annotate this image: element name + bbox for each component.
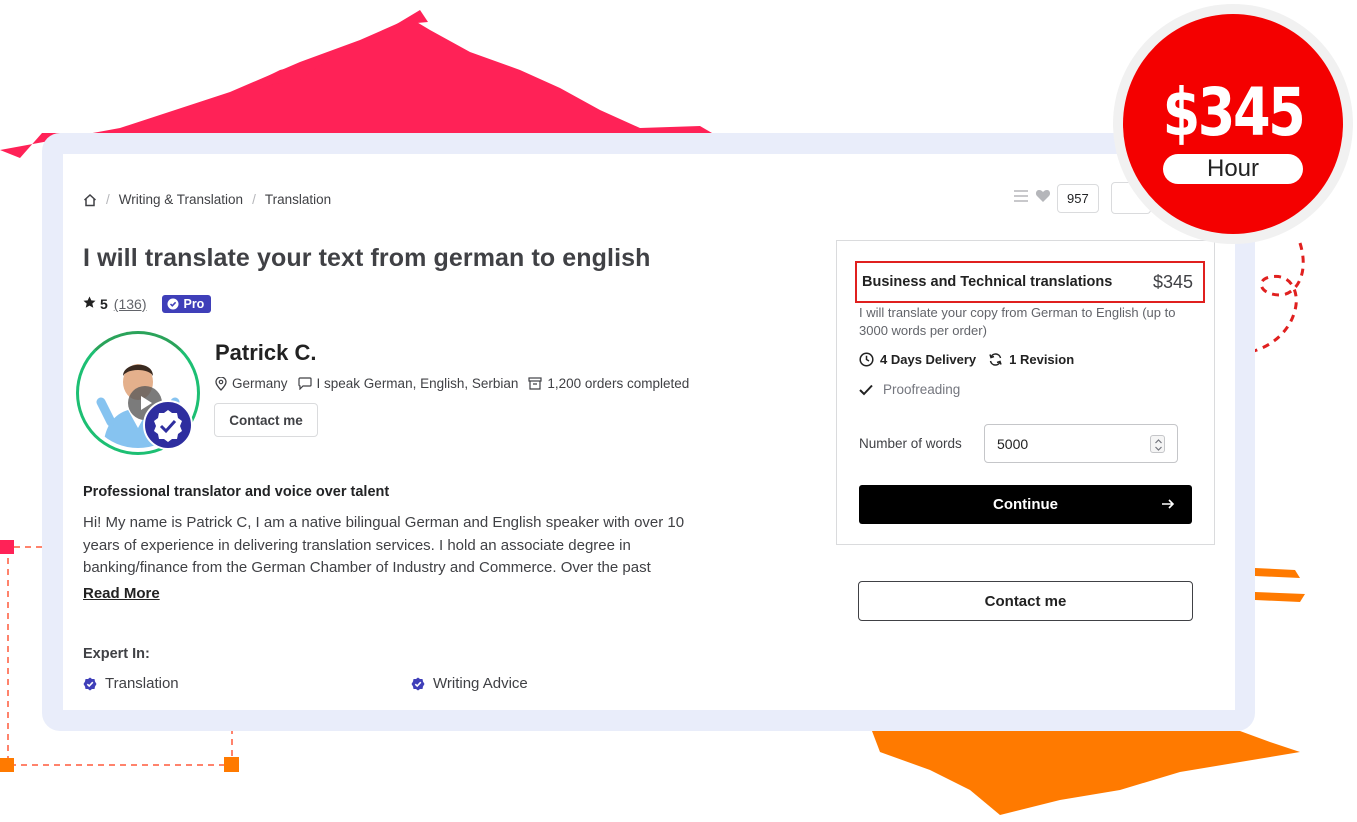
- verified-icon: [83, 677, 97, 690]
- words-label: Number of words: [859, 436, 962, 451]
- expertise-heading: Expert In:: [83, 646, 150, 662]
- heart-icon[interactable]: [1035, 189, 1051, 208]
- revision-count: 1 Revision: [988, 352, 1074, 367]
- clock-icon: [859, 352, 874, 367]
- price-promo-circle: $345 Hour: [1123, 14, 1343, 234]
- breadcrumb-separator: /: [106, 192, 110, 207]
- about-text: Hi! My name is Patrick C, I am a native …: [83, 514, 685, 576]
- home-icon[interactable]: [83, 193, 97, 207]
- reviews-link[interactable]: (136): [114, 296, 147, 312]
- contact-me-button[interactable]: Contact me: [858, 581, 1193, 621]
- seller-meta: Germany I speak German, English, Serbian…: [215, 376, 689, 391]
- delivery-time: 4 Days Delivery: [859, 352, 976, 367]
- seller-orders-text: 1,200 orders completed: [547, 376, 690, 391]
- expertise-label: Translation: [105, 675, 179, 692]
- package-name: Business and Technical translations: [862, 274, 1113, 290]
- expertise-label: Writing Advice: [433, 675, 528, 692]
- read-more-link[interactable]: Read More: [83, 585, 160, 602]
- seller-location: Germany: [215, 376, 288, 391]
- refresh-icon: [989, 353, 1002, 366]
- breadcrumb: / Writing & Translation / Translation: [83, 192, 331, 207]
- continue-label: Continue: [993, 496, 1058, 513]
- pro-badge: Pro: [162, 295, 212, 313]
- seller-languages-text: I speak German, English, Serbian: [316, 376, 519, 391]
- location-icon: [215, 376, 227, 391]
- feature-label: Proofreading: [883, 382, 961, 397]
- expertise-item: Translation: [83, 675, 179, 692]
- verified-icon: [143, 400, 193, 450]
- package-description: I will translate your copy from German t…: [859, 305, 1176, 338]
- breadcrumb-separator: /: [252, 192, 256, 207]
- menu-icon[interactable]: [1013, 189, 1029, 208]
- revision-label: 1 Revision: [1009, 352, 1075, 367]
- seller-name[interactable]: Patrick C.: [215, 340, 317, 366]
- orders-icon: [528, 377, 542, 390]
- check-icon: [859, 384, 873, 395]
- expertise-item: Writing Advice: [411, 675, 528, 692]
- quantity-stepper[interactable]: [1150, 435, 1165, 453]
- contact-seller-button[interactable]: Contact me: [214, 403, 318, 437]
- pro-badge-label: Pro: [183, 297, 205, 311]
- verified-icon: [411, 677, 425, 690]
- continue-button[interactable]: Continue: [859, 485, 1192, 524]
- package-feature-item: Proofreading: [859, 382, 960, 397]
- package-features: 4 Days Delivery 1 Revision: [859, 352, 1074, 367]
- arrow-right-icon: [1162, 499, 1175, 509]
- rating-row: 5 (136) Pro: [83, 295, 212, 313]
- promo-unit: Hour: [1163, 154, 1303, 184]
- about-heading: Professional translator and voice over t…: [83, 484, 390, 500]
- package-header: Business and Technical translations $345: [855, 261, 1205, 303]
- package-panel: Business and Technical translations $345…: [836, 240, 1215, 545]
- breadcrumb-item[interactable]: Translation: [265, 192, 331, 207]
- shield-check-icon: [167, 298, 179, 310]
- words-quantity-input[interactable]: [984, 424, 1178, 463]
- favorites-count[interactable]: 957: [1057, 183, 1099, 213]
- gig-title: I will translate your text from german t…: [83, 244, 651, 272]
- delivery-label: 4 Days Delivery: [880, 352, 977, 367]
- gig-page: / Writing & Translation / Translation 95…: [63, 154, 1235, 710]
- package-price: $345: [1152, 271, 1193, 292]
- seller-languages: I speak German, English, Serbian: [297, 376, 519, 391]
- star-icon: [83, 296, 96, 312]
- promo-price: $345: [1162, 74, 1306, 151]
- seller-orders: 1,200 orders completed: [528, 376, 689, 391]
- breadcrumb-item[interactable]: Writing & Translation: [119, 192, 243, 207]
- rating-score: 5: [100, 296, 108, 312]
- chat-icon: [297, 377, 312, 390]
- price-promo-badge: $345 Hour: [1113, 4, 1353, 244]
- seller-country: Germany: [232, 376, 288, 391]
